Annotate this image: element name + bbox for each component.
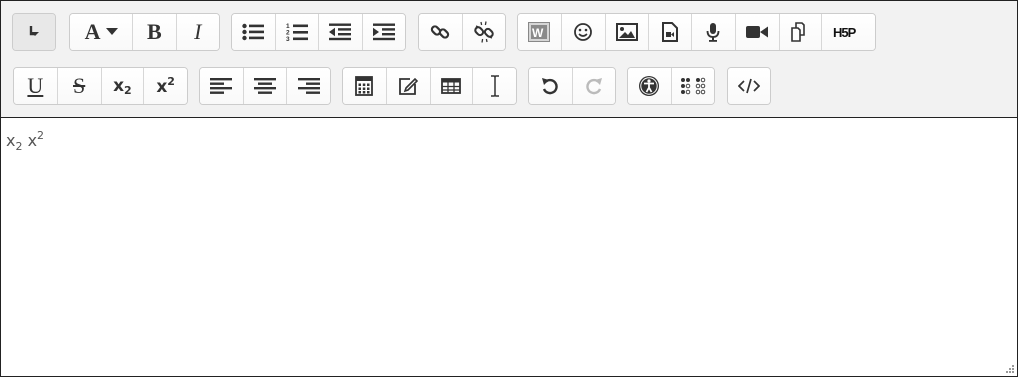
html-source-button[interactable] (728, 68, 770, 104)
superscript-button[interactable]: x2 (144, 68, 187, 104)
superscript-label: x2 (156, 75, 175, 97)
media-button[interactable] (649, 14, 693, 50)
strikethrough-button[interactable]: S (57, 68, 102, 104)
link-button[interactable] (419, 14, 463, 50)
strikethrough-label: S (73, 73, 86, 98)
align-right-icon (297, 78, 320, 94)
outdent-icon (329, 23, 352, 41)
align-right-button[interactable] (287, 68, 330, 104)
undo-button[interactable] (529, 68, 573, 104)
align-center-icon (254, 78, 276, 94)
toolbar-group-align (199, 67, 331, 105)
unlink-button[interactable] (462, 14, 505, 50)
text-cursor-icon (490, 75, 499, 97)
chevron-down-icon (105, 28, 118, 35)
toolbar-group-files: W H5P (517, 13, 876, 51)
toolbar-group-style2: U S x2 x2 (13, 67, 188, 105)
italic-button[interactable]: I (176, 14, 219, 50)
underline-label: U (27, 73, 44, 98)
align-center-button[interactable] (243, 68, 288, 104)
superscript-small: 2 (167, 75, 175, 88)
superscript-base: x (156, 77, 168, 97)
ordered-list-button[interactable]: 1 2 3 (275, 14, 319, 50)
list-digit: 3 (286, 36, 290, 42)
collapse-arrow-icon (29, 26, 39, 36)
microphone-icon (706, 23, 720, 42)
bold-button[interactable]: B (133, 14, 177, 50)
toolbar-group-other (727, 67, 771, 105)
copy-files-icon (791, 22, 806, 42)
accessibility-checker-button[interactable] (628, 68, 672, 104)
underline-button[interactable]: U (14, 68, 58, 104)
align-left-icon (210, 78, 233, 94)
subscript-text-small: 2 (15, 140, 23, 153)
font-style-letter: A (84, 19, 101, 44)
paragraph-styles-button[interactable]: A (70, 14, 134, 50)
edit-pencil-icon (399, 77, 419, 95)
emoticon-button[interactable] (561, 14, 606, 50)
video-camera-icon (746, 26, 769, 38)
screenreader-helper-button[interactable] (671, 68, 714, 104)
editor-toolbar: A B I 1 2 3 W H5P U S x2 x2 (1, 1, 1017, 118)
toolbar-group-accessibility (627, 67, 715, 105)
word-import-button[interactable]: W (518, 14, 562, 50)
undo-icon (542, 78, 558, 95)
outdent-button[interactable] (319, 14, 363, 50)
equation-button[interactable] (343, 68, 387, 104)
word-import-letter: W (532, 26, 544, 40)
resize-handle-icon[interactable] (1005, 364, 1015, 374)
align-left-button[interactable] (200, 68, 244, 104)
smiley-icon (574, 23, 593, 41)
subscript-button[interactable]: x2 (101, 68, 145, 104)
bold-label: B (147, 19, 162, 44)
indent-button[interactable] (362, 14, 405, 50)
record-audio-button[interactable] (692, 14, 736, 50)
subscript-label: x2 (113, 76, 132, 97)
code-icon (738, 78, 760, 94)
indent-icon (372, 23, 395, 41)
h5p-label: H5P (833, 25, 857, 40)
toolbar-group-links (418, 13, 506, 51)
toolbar-group-style: A B I (69, 13, 220, 51)
editor-content[interactable]: x2 x2 (6, 129, 44, 153)
subscript-text: x2 (6, 131, 23, 153)
table-button[interactable] (430, 68, 474, 104)
special-character-button[interactable] (386, 68, 431, 104)
link-icon (431, 25, 450, 39)
toolbar-group-list: 1 2 3 (231, 13, 406, 51)
superscript-text-base: x (27, 131, 38, 150)
image-button[interactable] (605, 14, 650, 50)
accessibility-icon (639, 76, 660, 96)
clear-formatting-button[interactable] (473, 68, 516, 104)
braille-icon (680, 77, 706, 95)
subscript-small: 2 (124, 83, 132, 97)
toolbar-group-insert (342, 67, 517, 105)
rich-text-editor: A B I 1 2 3 W H5P U S x2 x2 x2 x2 (0, 0, 1018, 377)
word-import-icon: W (528, 22, 551, 42)
redo-icon (586, 78, 602, 95)
unlink-icon (473, 21, 494, 43)
italic-label: I (194, 19, 202, 44)
media-file-icon (662, 22, 679, 42)
subscript-base: x (113, 75, 125, 96)
numbered-list-icon: 1 2 3 (286, 23, 308, 42)
toolbar-group-undo (528, 67, 616, 105)
bullet-list-icon (242, 23, 265, 41)
table-icon (441, 78, 462, 94)
superscript-text-small: 2 (37, 129, 45, 142)
h5p-icon: H5P (833, 25, 858, 40)
h5p-button[interactable]: H5P (822, 14, 875, 50)
manage-files-button[interactable] (779, 14, 823, 50)
calculator-icon (355, 76, 374, 96)
redo-button[interactable] (572, 68, 615, 104)
record-video-button[interactable] (735, 14, 780, 50)
toolbar-group-toggle (12, 13, 56, 51)
unordered-list-button[interactable] (232, 14, 276, 50)
show-more-buttons[interactable] (13, 14, 55, 50)
image-icon (615, 23, 638, 41)
superscript-text: x2 (27, 129, 45, 150)
